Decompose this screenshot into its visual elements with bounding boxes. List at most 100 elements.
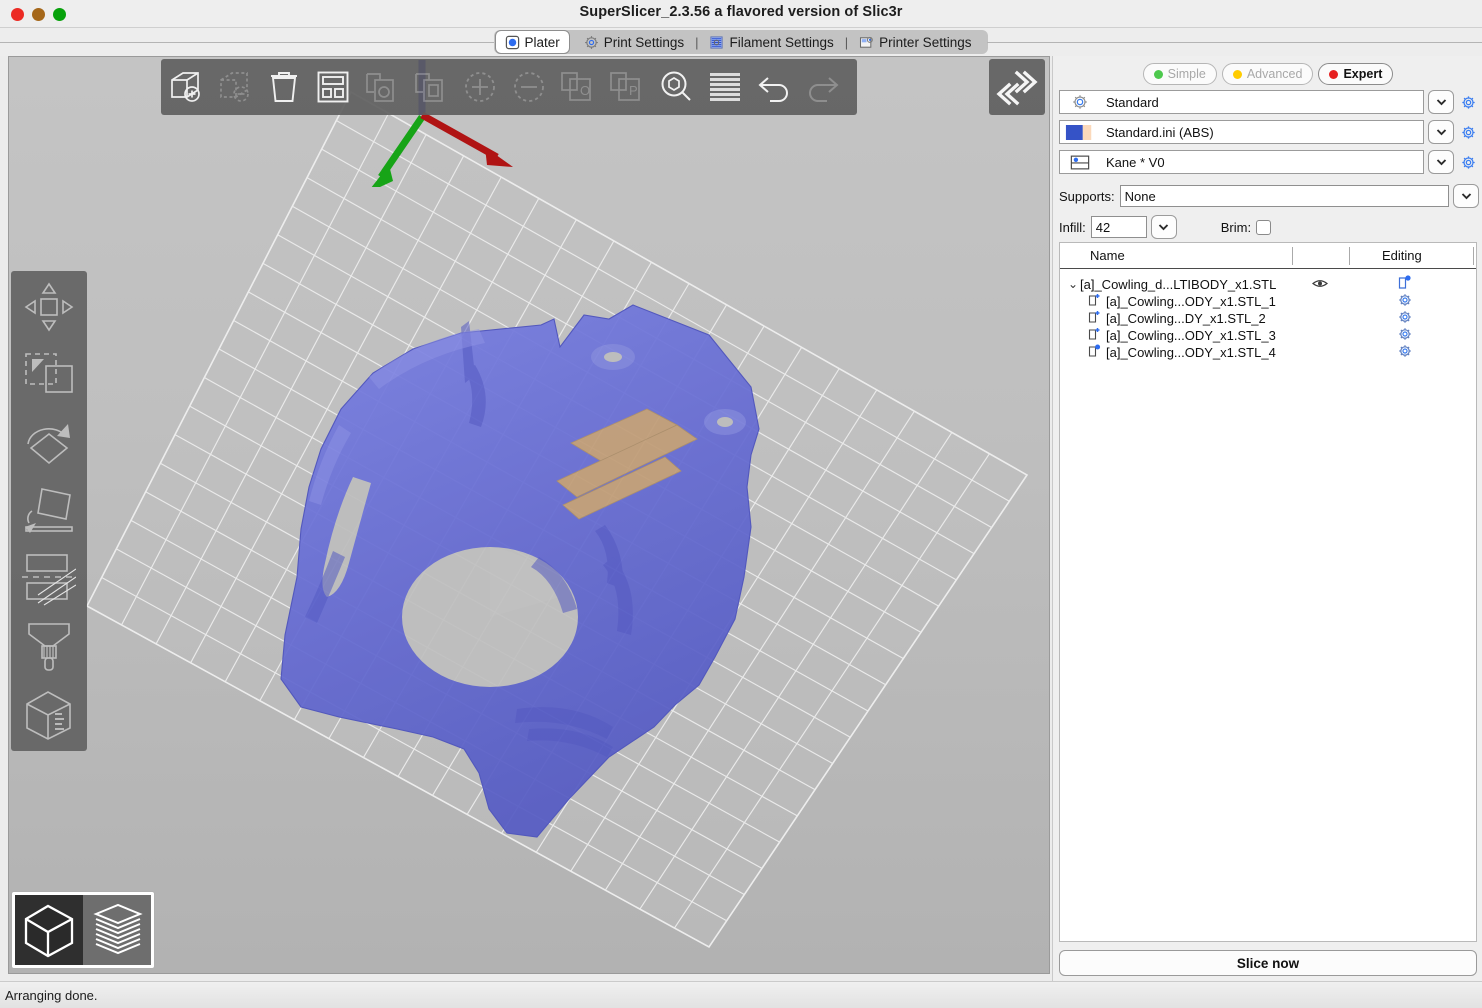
y-axis bbox=[367, 117, 422, 187]
mode-expert-label: Expert bbox=[1343, 67, 1382, 81]
tab-plater[interactable]: Plater bbox=[495, 30, 570, 54]
window-titlebar: SuperSlicer_2.3.56 a flavored version of… bbox=[0, 0, 1482, 28]
mode-selector[interactable]: Simple Advanced Expert bbox=[1053, 61, 1482, 87]
gizmo-rotate-icon[interactable] bbox=[11, 409, 87, 477]
modifier-dot-part-icon bbox=[1088, 344, 1102, 361]
tab-filament-settings[interactable]: Filament Settings bbox=[700, 30, 842, 54]
filament-preset-combo[interactable]: Standard.ini (ABS) bbox=[1059, 120, 1424, 144]
search-icon[interactable] bbox=[651, 63, 700, 112]
column-header-name: Name bbox=[1090, 248, 1125, 263]
object-name: [a]_Cowling_d...LTIBODY_x1.STL bbox=[1080, 277, 1276, 292]
supports-dropdown-button[interactable] bbox=[1453, 184, 1479, 208]
mode-simple-dot bbox=[1154, 70, 1163, 79]
settings-gear-icon[interactable] bbox=[1398, 344, 1412, 361]
tab-printer-settings-label: Printer Settings bbox=[879, 35, 971, 50]
printer-preset-value: Kane * V0 bbox=[1100, 155, 1165, 170]
mode-expert-button[interactable]: Expert bbox=[1318, 63, 1393, 85]
table-row[interactable]: ⌄ [a]_Cowling_d...LTIBODY_x1.STL bbox=[1060, 275, 1476, 293]
gizmo-place-on-face-icon[interactable] bbox=[11, 477, 87, 545]
mode-advanced-button[interactable]: Advanced bbox=[1222, 63, 1314, 85]
settings-gear-icon[interactable] bbox=[1398, 327, 1412, 344]
table-row[interactable]: [a]_Cowling...ODY_x1.STL_3 bbox=[1060, 327, 1476, 344]
print-preset-edit-button[interactable] bbox=[1457, 91, 1479, 113]
screw-hole-1 bbox=[604, 352, 622, 362]
slice-now-button[interactable]: Slice now bbox=[1059, 950, 1477, 976]
print-preset-row: Standard bbox=[1059, 90, 1479, 114]
expander-icon[interactable]: ⌄ bbox=[1068, 277, 1078, 291]
print-preset-combo[interactable]: Standard bbox=[1059, 90, 1424, 114]
delete-all-icon[interactable] bbox=[259, 63, 308, 112]
brim-checkbox[interactable] bbox=[1256, 220, 1271, 235]
column-header-editing: Editing bbox=[1382, 248, 1422, 263]
build-plate-scene bbox=[9, 57, 1050, 974]
add-icon[interactable] bbox=[161, 63, 210, 112]
table-row[interactable]: [a]_Cowling...ODY_x1.STL_4 bbox=[1060, 344, 1476, 361]
print-preset-dropdown-button[interactable] bbox=[1428, 90, 1454, 114]
table-row[interactable]: [a]_Cowling...ODY_x1.STL_1 bbox=[1060, 293, 1476, 310]
filament-preset-row: Standard.ini (ABS) bbox=[1059, 120, 1479, 144]
print-preset-icon bbox=[1060, 91, 1100, 113]
infill-input[interactable]: 42 bbox=[1091, 216, 1147, 238]
printer-preset-icon bbox=[1060, 151, 1100, 173]
collapse-sidebar-button[interactable] bbox=[989, 59, 1045, 115]
mode-simple-label: Simple bbox=[1168, 67, 1206, 81]
chevron-down-icon bbox=[1461, 192, 1472, 200]
supports-row: Supports: None bbox=[1059, 184, 1479, 208]
layers-editing-icon[interactable] bbox=[1398, 275, 1413, 293]
gear-icon bbox=[1461, 95, 1476, 110]
paste-icon[interactable] bbox=[406, 63, 455, 112]
gizmo-cut-icon[interactable] bbox=[11, 545, 87, 613]
chevron-down-icon bbox=[1158, 223, 1169, 231]
view-mode-toggle[interactable] bbox=[11, 891, 155, 969]
undo-icon[interactable] bbox=[749, 63, 798, 112]
supports-label: Supports: bbox=[1059, 189, 1115, 204]
filament-preset-edit-button[interactable] bbox=[1457, 121, 1479, 143]
modifier-add-part-icon bbox=[1088, 293, 1102, 310]
x-axis bbox=[422, 115, 513, 167]
supports-value[interactable]: None bbox=[1120, 185, 1449, 207]
3d-viewport[interactable]: O P bbox=[8, 56, 1050, 974]
object-name: [a]_Cowling...ODY_x1.STL_4 bbox=[1106, 345, 1276, 360]
filament-settings-icon bbox=[709, 35, 724, 50]
settings-gear-icon[interactable] bbox=[1398, 310, 1412, 327]
remove-instance-icon[interactable] bbox=[504, 63, 553, 112]
eye-icon[interactable] bbox=[1312, 277, 1328, 292]
tab-print-settings[interactable]: Print Settings bbox=[575, 30, 693, 54]
window-title: SuperSlicer_2.3.56 a flavored version of… bbox=[0, 4, 1482, 20]
print-preset-value: Standard bbox=[1100, 95, 1159, 110]
printer-preset-dropdown-button[interactable] bbox=[1428, 150, 1454, 174]
gizmo-toolbar[interactable] bbox=[11, 271, 87, 751]
gizmo-scale-icon[interactable] bbox=[11, 341, 87, 409]
svg-text:P: P bbox=[629, 83, 638, 98]
redo-icon[interactable] bbox=[798, 63, 847, 112]
add-instance-icon[interactable] bbox=[455, 63, 504, 112]
arrange-icon[interactable] bbox=[308, 63, 357, 112]
gizmo-paint-support-icon[interactable] bbox=[11, 613, 87, 681]
settings-gear-icon[interactable] bbox=[1398, 293, 1412, 310]
printer-preset-row: Kane * V0 bbox=[1059, 150, 1479, 174]
copy-icon[interactable] bbox=[357, 63, 406, 112]
tab-printer-settings[interactable]: Printer Settings bbox=[850, 30, 980, 54]
filament-preset-dropdown-button[interactable] bbox=[1428, 120, 1454, 144]
editor-view-button[interactable] bbox=[15, 895, 83, 965]
table-row[interactable]: [a]_Cowling...DY_x1.STL_2 bbox=[1060, 310, 1476, 327]
variable-layer-height-icon[interactable] bbox=[700, 63, 749, 112]
split-to-objects-icon[interactable]: O bbox=[553, 63, 602, 112]
gizmo-seam-icon[interactable] bbox=[11, 681, 87, 749]
mode-simple-button[interactable]: Simple bbox=[1143, 63, 1217, 85]
delete-selected-icon[interactable] bbox=[210, 63, 259, 112]
infill-dropdown-button[interactable] bbox=[1151, 215, 1177, 239]
printer-preset-combo[interactable]: Kane * V0 bbox=[1059, 150, 1424, 174]
printer-preset-edit-button[interactable] bbox=[1457, 151, 1479, 173]
status-message: Arranging done. bbox=[0, 988, 98, 1003]
gizmo-move-icon[interactable] bbox=[11, 273, 87, 341]
tab-filament-settings-label: Filament Settings bbox=[729, 35, 833, 50]
object-list[interactable]: Name Editing ⌄ [a]_Cowling_d...LTIBODY_x… bbox=[1059, 242, 1477, 942]
plater-icon bbox=[505, 35, 520, 50]
preview-view-button[interactable] bbox=[83, 895, 151, 965]
mode-expert-dot bbox=[1329, 70, 1338, 79]
split-to-parts-icon[interactable]: P bbox=[602, 63, 651, 112]
gear-icon bbox=[1461, 125, 1476, 140]
top-toolbar[interactable]: O P bbox=[161, 59, 857, 115]
chevron-right-double-icon bbox=[1017, 73, 1035, 91]
